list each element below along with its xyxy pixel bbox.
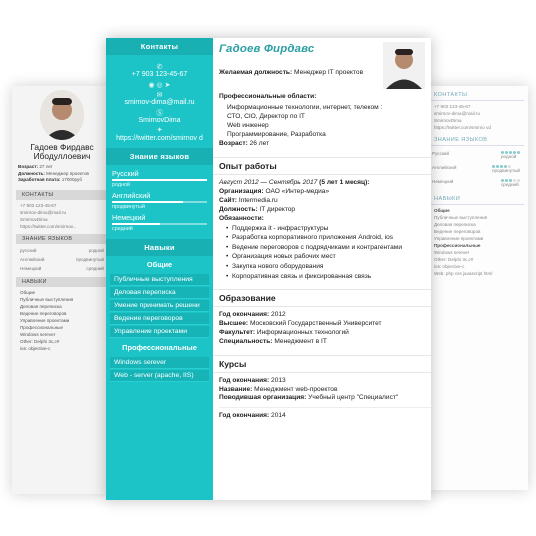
courses-heading: Курсы — [213, 354, 431, 373]
left-skills-sub: Профессиональные — [20, 325, 64, 331]
right-skill: Web: php css javascript html — [434, 271, 493, 276]
skills-heading: Навыки — [106, 239, 213, 257]
experience-heading: Опыт работы — [213, 157, 431, 176]
skype-text[interactable]: SmirnovDima — [112, 117, 207, 124]
skill-item: Деловая переписка — [110, 287, 209, 300]
right-langs-heading: ЗНАНИЕ ЯЗЫКОВ — [428, 135, 524, 146]
resume-sidebar: Контакты ✆ +7 903 123-45-67 ◉ ◎ ➤ ✉ smir… — [106, 38, 213, 500]
duty-item: Разработка корпоративного приложения And… — [226, 233, 431, 243]
email-icon: ✉ — [156, 92, 163, 100]
age: Возраст: 26 лет — [219, 140, 270, 148]
left-phone: +7 903 123-45-67 — [20, 203, 57, 209]
skill-item: Управление проектами — [110, 326, 209, 339]
contacts-block: ✆ +7 903 123-45-67 ◉ ◎ ➤ ✉ smirnov-dima@… — [106, 55, 213, 148]
left-lang-row: Немецкий средний — [20, 266, 104, 272]
duty-item: Организация новых рабочих мест — [226, 252, 431, 262]
left-langs-heading: ЗНАНИЕ ЯЗЫКОВ — [16, 234, 108, 245]
left-skill: Публичные выступления — [20, 297, 74, 303]
experience-block: Август 2012 — Сентябрь 2017 (5 лет 1 мес… — [219, 179, 431, 281]
languages-heading: Знание языков — [106, 148, 213, 166]
phone-text[interactable]: +7 903 123-45-67 — [112, 71, 207, 78]
twitter-icon: ✦ — [156, 127, 163, 135]
email-text[interactable]: smirnov-dima@mail.ru — [112, 99, 207, 106]
area-item: Программирование, Разработка — [227, 130, 326, 138]
twitter-text[interactable]: https://twitter.com/smirnov d — [112, 135, 207, 142]
right-skill: Ведение переговоров — [434, 229, 481, 234]
language-item: Немецкий средний — [112, 213, 207, 232]
right-skill: Публичные выступления — [434, 215, 488, 220]
right-email: smirnov-dima@mail.ru — [434, 111, 481, 116]
duty-item: Закупка нового оборудования — [226, 262, 431, 272]
right-skype: SmirnovDima — [434, 118, 462, 123]
messenger-icons: ◉ ◎ ➤ — [148, 81, 171, 89]
left-skill: Windows serever — [20, 332, 56, 338]
left-skill: Ведение переговоров — [20, 311, 67, 317]
professional-skills-heading: Профессиональные — [106, 339, 213, 357]
left-avatar — [40, 90, 84, 140]
area-item: Web инженер — [227, 121, 269, 129]
right-twitter: https://twitter.com/smirno vd — [434, 125, 491, 130]
resume-content: Гадоев Фирдавс Желаемая должность: Менед… — [213, 38, 431, 500]
phone-icon: ✆ — [156, 64, 163, 71]
languages-block: Русский родной Английский продвинутый Не… — [106, 165, 213, 239]
left-lang-row: Английский продвинутый — [20, 257, 104, 263]
general-skills-heading: Общие — [106, 256, 213, 274]
left-lang-row: русский родной — [20, 248, 104, 254]
professional-areas: Профессиональные области: Информационные… — [219, 93, 431, 149]
duties-list: Поддержка it - инфраструктуры Разработка… — [226, 224, 431, 282]
right-skills-sub: Профессиональные — [434, 243, 481, 248]
right-lang-row: Русский родной — [424, 148, 528, 162]
left-skills-sub: Общие — [20, 290, 36, 296]
duty-item: Поддержка it - инфраструктуры — [226, 224, 431, 234]
left-skill: Other: Delphi 3c,c# — [20, 339, 60, 345]
skype-icon: Ⓢ — [156, 109, 163, 117]
area-item: СТО, CIO, Директор по IT — [227, 112, 305, 120]
language-level-bar — [112, 223, 207, 226]
language-level-bar — [112, 201, 207, 204]
right-skill: Other: Delphi 3c,c# — [434, 257, 474, 262]
left-name: Гадоев Фирдавс Ибодуллоевич — [30, 142, 94, 162]
language-item: Русский родной — [112, 169, 207, 188]
left-skill: Управление проектами — [20, 318, 70, 324]
skill-item: Web - server (apache, IIS) — [110, 370, 209, 383]
left-resume-preview: Гадоев Фирдавс Ибодуллоевич Возраст: 27 … — [12, 86, 112, 494]
duty-item: Ведение переговоров с подрядчиками и кон… — [226, 243, 431, 253]
right-skill: Windows serever — [434, 250, 470, 255]
left-contacts-heading: КОНТАКТЫ — [16, 190, 108, 201]
right-lang-row: Английский продвинутый — [432, 165, 520, 173]
education-heading: Образование — [213, 289, 431, 308]
desired-position: Желаемая должность: Менеджер IT проектов — [219, 69, 364, 76]
skill-item: Ведение переговоров — [110, 313, 209, 326]
right-skills-sub: Общие — [434, 208, 450, 213]
skill-item: Умение принимать решени — [110, 300, 209, 313]
right-lang-row: Немецкий средний — [432, 179, 520, 187]
language-level-bar — [112, 179, 207, 182]
candidate-photo — [383, 42, 425, 89]
left-skill: Деловая переписка — [20, 304, 62, 310]
right-skill: Управление проектами — [434, 236, 484, 241]
left-email: smirnov-dima@mail.ru — [20, 210, 67, 216]
education-block: Год окончания: 2012 Высшее: Московский Г… — [219, 311, 382, 345]
contacts-heading: Контакты — [106, 38, 213, 55]
duty-item: Корпоративная связь и фиксированная связ… — [226, 272, 431, 282]
right-skill: Деловая переписка — [434, 222, 476, 227]
area-item: Информационные технологии, интернет, тел… — [227, 103, 383, 111]
left-skype: SmirnovDima — [20, 217, 48, 223]
left-skill: ios: objective-c — [20, 346, 51, 352]
right-contacts-heading: КОНТАКТЫ — [428, 90, 524, 101]
right-skills-heading: НАВЫКИ — [428, 194, 524, 205]
right-phone: +7 903 123-45-67 — [434, 104, 471, 109]
left-twitter: https://twitter.com/smirnov... — [20, 224, 77, 230]
skill-item: Публичные выступления — [110, 274, 209, 287]
courses-block: Год окончания: 2013 Название: Менеджмент… — [219, 377, 431, 422]
main-resume: Контакты ✆ +7 903 123-45-67 ◉ ◎ ➤ ✉ smir… — [106, 38, 431, 500]
right-skill: ios: objective-c — [434, 264, 465, 269]
right-resume-preview: КОНТАКТЫ +7 903 123-45-67 smirnov-dima@m… — [424, 86, 528, 490]
language-item: Английский продвинутый — [112, 191, 207, 210]
candidate-name: Гадоев Фирдавс — [219, 43, 315, 55]
skill-item: Windows serever — [110, 357, 209, 370]
left-info: Возраст: 27 лет Должность: Менеджер прое… — [18, 164, 89, 182]
left-skills-heading: НАВЫКИ — [16, 277, 108, 288]
